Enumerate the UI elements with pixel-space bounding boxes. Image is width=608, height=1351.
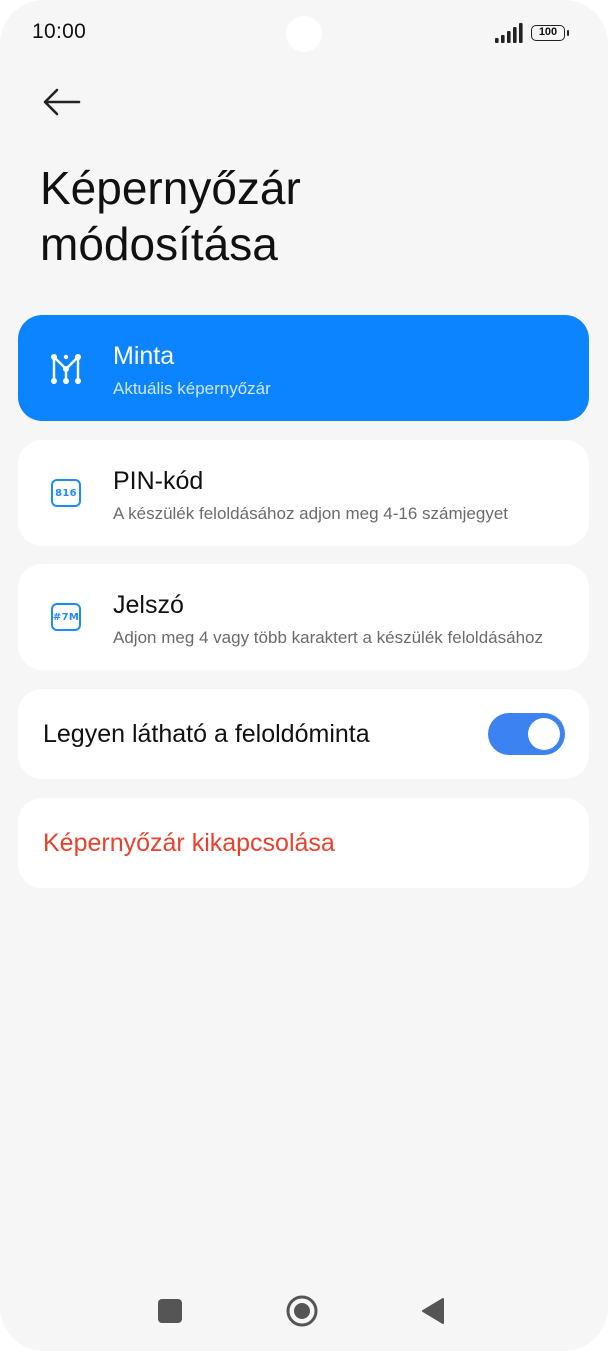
back-button[interactable] — [36, 78, 86, 126]
option-subtitle: Adjon meg 4 vagy több karaktert a készül… — [113, 628, 543, 647]
visible-pattern-row: Legyen látható a feloldóminta — [18, 689, 589, 779]
option-subtitle: A készülék feloldásához adjon meg 4-16 s… — [113, 504, 509, 523]
option-title: PIN-kód — [113, 467, 204, 495]
camera-cutout — [286, 16, 322, 52]
square-icon — [158, 1299, 182, 1323]
option-title: Minta — [113, 342, 175, 370]
page-title-line1: Képernyőzár — [40, 162, 301, 214]
option-pin[interactable]: 816 PIN-kód A készülék feloldásához adjo… — [18, 440, 589, 546]
nav-back-button[interactable] — [421, 1297, 445, 1330]
visible-pattern-label: Legyen látható a feloldóminta — [43, 720, 370, 748]
option-password[interactable]: #7M Jelszó Adjon meg 4 vagy több karakte… — [18, 564, 589, 670]
option-pattern[interactable]: Minta Aktuális képernyőzár — [18, 315, 589, 421]
recents-button[interactable] — [158, 1299, 182, 1328]
screen: 10:00 100 Képernyőzár módosítása Minta A… — [0, 0, 608, 1351]
circle-icon — [286, 1295, 318, 1327]
visible-pattern-toggle[interactable] — [488, 713, 565, 755]
pin-icon: 816 — [48, 475, 84, 511]
status-time: 10:00 — [32, 20, 87, 43]
toggle-knob — [528, 718, 560, 750]
password-icon: #7M — [48, 599, 84, 635]
battery-level: 100 — [538, 26, 558, 38]
password-icon-text: #7M — [51, 603, 81, 631]
arrow-left-icon — [43, 88, 81, 116]
option-title: Jelszó — [113, 591, 184, 619]
battery-icon: 100 — [531, 25, 569, 41]
page-title: Képernyőzár módosítása — [40, 160, 560, 272]
pattern-icon — [48, 350, 84, 386]
status-bar: 10:00 100 — [0, 0, 608, 68]
disable-lock-button[interactable]: Képernyőzár kikapcsolása — [18, 798, 589, 888]
navigation-bar — [0, 1270, 608, 1350]
triangle-back-icon — [422, 1298, 444, 1324]
option-subtitle: Aktuális képernyőzár — [113, 379, 271, 398]
pin-icon-text: 816 — [51, 479, 81, 507]
signal-icon — [495, 23, 523, 43]
home-button[interactable] — [286, 1295, 318, 1332]
page-title-line2: módosítása — [40, 218, 278, 270]
disable-lock-label: Képernyőzár kikapcsolása — [43, 829, 335, 857]
